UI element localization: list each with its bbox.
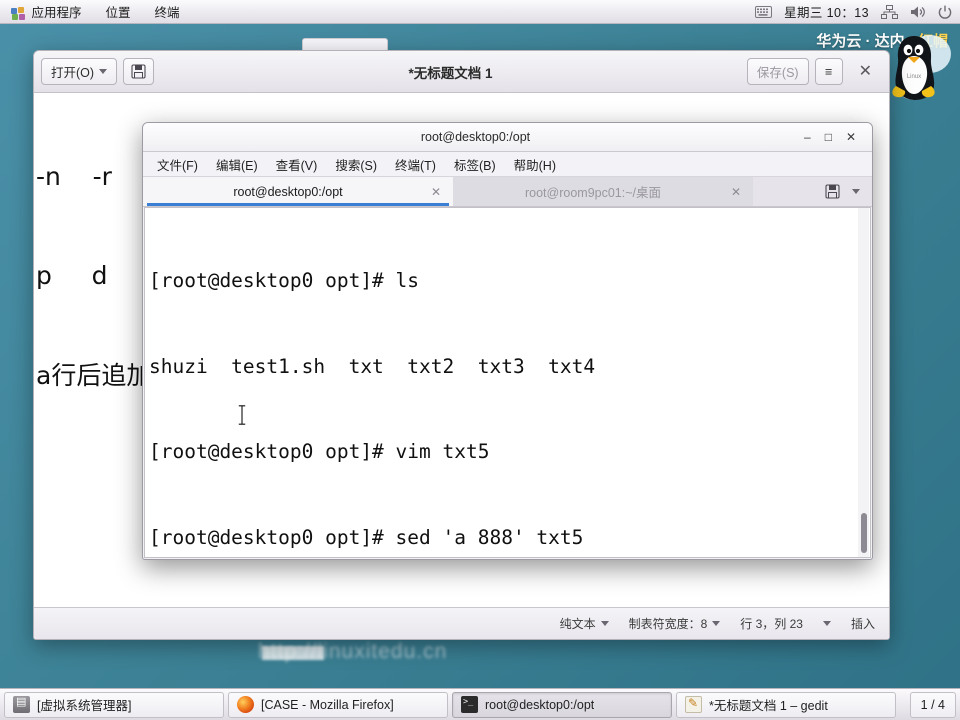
vm-manager-icon [13, 695, 30, 713]
language-selector[interactable]: 纯文本 [560, 615, 609, 632]
gedit-icon [685, 696, 702, 713]
terminal-tab-label: root@desktop0:/opt [233, 184, 343, 199]
chevron-down-icon [600, 621, 609, 626]
doc-line: -n -r -i [36, 161, 160, 191]
terminal-window-controls: ‒ □ ✕ [804, 131, 868, 143]
terminal-close-button[interactable]: ✕ [846, 131, 856, 143]
chevron-down-icon [822, 621, 831, 626]
panel-menu-group: 应用程序 位置 终端 [0, 0, 185, 23]
taskbar-item-label: root@desktop0:/opt [485, 697, 595, 712]
save-button[interactable]: 保存(S) [746, 58, 809, 85]
terminal-title: root@desktop0:/opt [420, 130, 531, 144]
chevron-down-icon[interactable] [852, 189, 860, 194]
terminal-menu-file[interactable]: 文件(F) [153, 154, 202, 175]
volume-icon[interactable] [910, 5, 926, 19]
terminal-screen[interactable]: [root@desktop0 opt]# ls shuzi test1.sh t… [144, 207, 871, 558]
terminal-menu-edit[interactable]: 编辑(E) [212, 154, 262, 175]
taskbar: [虚拟系统管理器] [CASE - Mozilla Firefox] root@… [0, 688, 960, 720]
network-icon[interactable] [881, 4, 898, 19]
hamburger-menu-button[interactable]: ≡ [814, 58, 843, 85]
taskbar-item-label: [虚拟系统管理器] [37, 699, 132, 713]
applications-icon [11, 6, 26, 21]
chevron-down-icon [712, 621, 721, 626]
close-icon[interactable]: ✕ [731, 185, 741, 199]
tab-width-label: 制表符宽度：8 [628, 617, 708, 631]
taskbar-item-gedit[interactable]: *无标题文档 1 – gedit [676, 691, 896, 718]
terminal-maximize-button[interactable]: □ [825, 131, 832, 143]
terminal-icon [461, 696, 478, 713]
panel-menu-applications[interactable]: 应用程序 [6, 0, 87, 23]
svg-text:Linux: Linux [907, 74, 921, 80]
panel-menu-terminal[interactable]: 终端 [150, 0, 185, 23]
terminal-tab-inactive[interactable]: root@room9pc01:~/桌面 ✕ [453, 177, 753, 206]
panel-status-area: 星期三 10：13 [755, 2, 960, 21]
panel-menu-applications-label: 应用程序 [31, 6, 82, 20]
gedit-title: *无标题文档 1 [408, 65, 493, 81]
tux-penguin-icon: Linux [892, 35, 951, 100]
terminal-menu-tabs[interactable]: 标签(B) [450, 154, 500, 175]
gedit-document-text: -n -r -i p d a行后追加 [34, 93, 160, 459]
terminal-line: [root@desktop0 opt]# vim txt5 [149, 440, 490, 463]
terminal-line: [root@desktop0 opt]# sed 'a 888' txt5 [149, 525, 584, 549]
wallpaper-url: http://linuxitedu.cn [258, 640, 448, 663]
terminal-scrollbar-thumb[interactable] [861, 513, 867, 553]
terminal-tab-label: root@room9pc01:~/桌面 [524, 186, 661, 200]
terminal-scrollbar[interactable] [858, 208, 869, 557]
insert-mode: 插入 [850, 617, 875, 631]
doc-line: a行后追加 [36, 361, 152, 390]
terminal-menubar: 文件(F) 编辑(E) 查看(V) 搜索(S) 终端(T) 标签(B) 帮助(H… [143, 152, 872, 177]
close-icon[interactable]: ✕ [431, 185, 441, 199]
chevron-down-icon [99, 69, 108, 74]
terminal-menu-help[interactable]: 帮助(H) [510, 154, 560, 175]
taskbar-item-terminal[interactable]: root@desktop0:/opt [452, 691, 672, 718]
terminal-menu-terminal[interactable]: 终端(T) [391, 154, 440, 175]
terminal-window: root@desktop0:/opt ‒ □ ✕ 文件(F) 编辑(E) 查看(… [142, 122, 873, 560]
tab-width-selector[interactable]: 制表符宽度：8 [629, 615, 721, 632]
gedit-close-button[interactable]: ✕ [849, 63, 882, 80]
taskbar-item-firefox[interactable]: [CASE - Mozilla Firefox] [228, 691, 448, 718]
panel-clock[interactable]: 星期三 10：13 [784, 2, 869, 21]
workspace-indicator[interactable]: 1 / 4 [909, 691, 956, 718]
language-label: 纯文本 [559, 617, 596, 631]
panel-menu-places[interactable]: 位置 [101, 0, 136, 23]
taskbar-item-label: *无标题文档 1 – gedit [709, 699, 828, 713]
terminal-tab-tools [813, 177, 872, 206]
terminal-menu-search[interactable]: 搜索(S) [331, 154, 381, 175]
gedit-headerbar: 打开(O) *无标题文档 1 保存(S) ≡ ✕ [34, 51, 889, 93]
terminal-titlebar[interactable]: root@desktop0:/opt ‒ □ ✕ [143, 123, 872, 152]
floppy-save-icon [131, 64, 146, 79]
gedit-statusbar: 纯文本 制表符宽度：8 行 3，列 23 插入 [34, 607, 889, 639]
power-icon[interactable] [938, 5, 952, 19]
position-dropdown[interactable] [822, 621, 831, 626]
new-tab-icon[interactable] [825, 184, 840, 199]
terminal-tab-active[interactable]: root@desktop0:/opt ✕ [143, 177, 453, 206]
firefox-icon [237, 696, 254, 713]
cursor-position-label: 行 3，列 23 [740, 617, 803, 631]
open-button[interactable]: 打开(O) [41, 58, 118, 85]
terminal-minimize-button[interactable]: ‒ [804, 131, 811, 143]
doc-line: p d [36, 261, 108, 291]
taskbar-item-vm[interactable]: [虚拟系统管理器] [4, 691, 224, 718]
terminal-tabbar: root@desktop0:/opt ✕ root@room9pc01:~/桌面… [143, 177, 872, 207]
desktop: 华为云 · 达内 · 红帽 http://linuxitedu.cn Linux… [0, 0, 960, 720]
save-icon-button[interactable] [123, 58, 155, 85]
terminal-output: [root@desktop0 opt]# ls shuzi test1.sh t… [145, 208, 870, 557]
text-cursor-ibeam [238, 404, 246, 426]
terminal-line: shuzi test1.sh txt txt2 txt3 txt4 [149, 354, 596, 378]
open-button-label: 打开(O) [51, 66, 95, 80]
keyboard-icon[interactable] [755, 5, 773, 19]
terminal-line: [root@desktop0 opt]# ls [149, 269, 420, 292]
taskbar-item-label: [CASE - Mozilla Firefox] [261, 697, 394, 712]
cursor-position[interactable]: 行 3，列 23 [740, 615, 803, 632]
terminal-menu-view[interactable]: 查看(V) [272, 154, 322, 175]
top-panel: 应用程序 位置 终端 星期三 10：13 [0, 0, 960, 24]
